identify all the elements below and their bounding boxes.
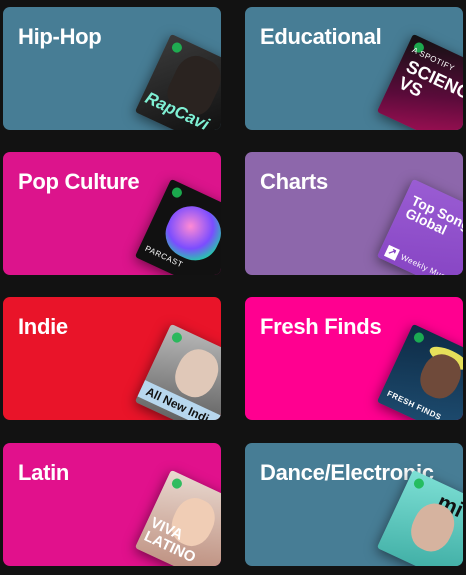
card-title: Pop Culture [18,169,140,194]
cover-subtext: Weekly Mus [399,252,448,275]
spotify-icon [412,476,426,491]
card-title: Hip-Hop [18,24,102,49]
trend-arrow-icon: ↗ [383,244,400,261]
genre-grid: Hip-Hop RapCavi Educational A SPOTIFY SC… [0,0,466,575]
spotify-icon [170,476,184,491]
card-title: Fresh Finds [260,314,382,339]
card-title: Educational [260,24,382,49]
cover-text: Top Songs Global [403,192,463,238]
card-title: Latin [18,460,70,485]
card-title: Dance/Electronic [260,460,434,485]
genre-card-fresh-finds[interactable]: Fresh Finds FRESH FINDS [245,297,463,420]
genre-card-latin[interactable]: Latin VIVA LATINO [3,443,221,566]
genre-card-indie[interactable]: Indie All New Indi [3,297,221,420]
spotify-icon [170,40,184,55]
spotify-icon [170,330,184,345]
genre-card-pop-culture[interactable]: Pop Culture PARCAST [3,152,221,275]
genre-card-dance-electronic[interactable]: Dance/Electronic mi [245,443,463,566]
spotify-icon [412,330,426,345]
card-title: Charts [260,169,328,194]
genre-card-educational[interactable]: Educational A SPOTIFY SCIENCE VS [245,7,463,130]
card-title: Indie [18,314,68,339]
genre-card-hip-hop[interactable]: Hip-Hop RapCavi [3,7,221,130]
genre-card-charts[interactable]: Charts Top Songs Global ↗ Weekly Mus [245,152,463,275]
spotify-icon [170,185,184,200]
